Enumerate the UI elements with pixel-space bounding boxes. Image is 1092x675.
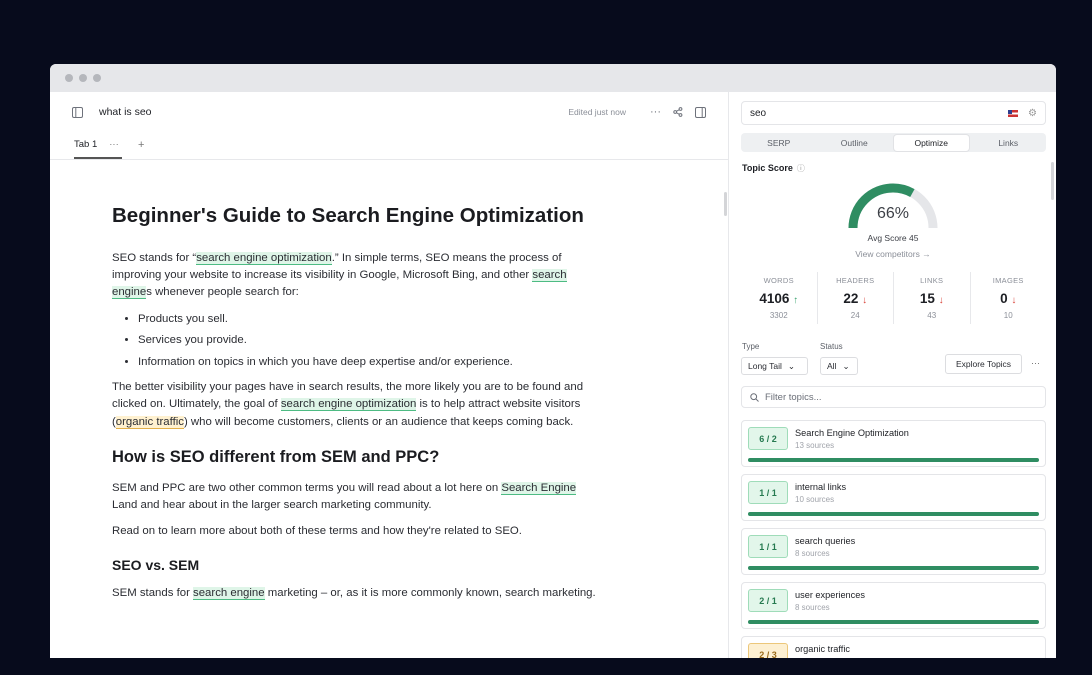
content-stats: WORDS 4106 ↑ 3302 HEADERS 22 ↓ 24 LINKS …	[741, 272, 1046, 324]
trend-down-icon: ↓	[938, 295, 944, 306]
list-item: Services you provide.	[138, 332, 604, 349]
filter-topics-input[interactable]: Filter topics...	[741, 386, 1046, 408]
topic-name: user experiences	[795, 590, 865, 600]
add-tab-button[interactable]: +	[138, 139, 144, 159]
keyword-value: seo	[750, 107, 767, 119]
article-title: Beginner's Guide to Search Engine Optimi…	[112, 204, 584, 227]
tab-optimize[interactable]: Optimize	[893, 134, 969, 151]
view-competitors-link[interactable]: View competitors →	[843, 249, 943, 259]
topic-score-value: 66%	[876, 205, 910, 222]
subsection-heading: SEO vs. SEM	[112, 557, 200, 574]
topic-highlight-warning[interactable]: organic traffic	[115, 415, 184, 429]
trend-down-icon: ↓	[1011, 295, 1017, 306]
panel-toggle-icon[interactable]	[695, 106, 706, 118]
list-item: Products you sell.	[138, 311, 604, 328]
editor-header: what is seo Edited just now ···	[50, 92, 728, 132]
avg-score: Avg Score 45	[867, 233, 919, 243]
chevron-down-icon: ⌄	[842, 360, 850, 371]
status-select[interactable]: All ⌄	[820, 357, 858, 375]
paragraph: SEM and PPC are two other common terms y…	[112, 481, 577, 512]
tab-outline[interactable]: Outline	[817, 133, 893, 152]
topic-list: 6 / 2 Search Engine Optimization 13 sour…	[741, 420, 1046, 658]
topic-progress-bar	[748, 566, 1039, 570]
editor-pane: what is seo Edited just now ··· Tab 1 ··…	[50, 92, 729, 658]
editor-scrollbar[interactable]	[724, 192, 727, 216]
tab-serp[interactable]: SERP	[741, 133, 817, 152]
topic-score-gauge	[848, 183, 938, 229]
tab-label: Tab 1	[74, 139, 98, 150]
stat-links: LINKS 15 ↓ 43	[894, 272, 971, 324]
window-dot-close[interactable]	[65, 74, 73, 82]
tab-1[interactable]: Tab 1 ···	[74, 139, 122, 159]
topic-highlight[interactable]: search engine	[193, 587, 265, 601]
optimize-panel: seo ⚙ SERP Outline Optimize Links Topic …	[730, 92, 1056, 658]
list-item: Information on topics in which you have …	[138, 354, 604, 371]
tab-links[interactable]: Links	[971, 133, 1047, 152]
topic-progress-bar	[748, 620, 1039, 624]
document-title[interactable]: what is seo	[99, 106, 152, 118]
topic-item[interactable]: 1 / 1 internal links 10 sources	[741, 474, 1046, 521]
window-dot-minimize[interactable]	[79, 74, 87, 82]
paragraph: The better visibility your pages have in…	[112, 381, 584, 429]
type-select[interactable]: Long Tail ⌄	[741, 357, 808, 375]
topic-progress-bar	[748, 458, 1039, 462]
panel-scrollbar[interactable]	[1051, 162, 1054, 200]
bullet-list: Products you sell. Services you provide.…	[138, 311, 604, 372]
stat-words: WORDS 4106 ↑ 3302	[741, 272, 818, 324]
topic-highlight[interactable]: search engine optimization	[196, 252, 332, 265]
share-icon[interactable]	[673, 107, 683, 117]
tab-more-icon[interactable]: ···	[109, 139, 119, 150]
settings-gear-icon[interactable]: ⚙	[1028, 108, 1037, 119]
sidebar-toggle-icon[interactable]	[72, 106, 83, 118]
section-heading: How is SEO different from SEM and PPC?	[112, 447, 440, 466]
status-label: Status	[820, 342, 843, 351]
stat-headers: HEADERS 22 ↓ 24	[818, 272, 894, 324]
trend-up-icon: ↑	[793, 295, 799, 306]
paragraph: SEM stands for search engine marketing –…	[112, 587, 596, 601]
topic-item[interactable]: 2 / 3 organic traffic	[741, 636, 1046, 658]
topic-count-badge: 6 / 2	[748, 427, 788, 450]
us-flag-icon[interactable]	[1008, 109, 1019, 117]
topic-count-badge: 2 / 3	[748, 643, 788, 658]
topic-sources: 8 sources	[795, 549, 830, 558]
stat-images: IMAGES 0 ↓ 10	[992, 276, 1024, 320]
topic-sources: 8 sources	[795, 603, 830, 612]
type-label: Type	[742, 342, 760, 351]
topic-count-badge: 2 / 1	[748, 589, 788, 612]
topic-score-label: Topic Score ⓘ	[742, 163, 805, 173]
paragraph: SEO stands for “search engine optimizati…	[112, 252, 567, 300]
topic-count-badge: 1 / 1	[748, 481, 788, 504]
topic-name: Search Engine Optimization	[795, 428, 909, 438]
topic-highlight[interactable]: search engine optimization	[280, 398, 417, 412]
more-options-icon[interactable]: ···	[650, 106, 661, 118]
topic-sources: 10 sources	[795, 495, 835, 504]
topic-item[interactable]: 1 / 1 search queries 8 sources	[741, 528, 1046, 575]
window-dot-maximize[interactable]	[93, 74, 101, 82]
search-icon	[750, 392, 759, 402]
keyword-input[interactable]: seo ⚙	[741, 101, 1046, 125]
more-options-icon[interactable]: ···	[1031, 358, 1040, 368]
topic-count-badge: 1 / 1	[748, 535, 788, 558]
document-tabs: Tab 1 ··· +	[50, 132, 728, 160]
topic-name: organic traffic	[795, 644, 850, 654]
app-window: what is seo Edited just now ··· Tab 1 ··…	[50, 64, 1056, 658]
topic-item[interactable]: 2 / 1 user experiences 8 sources	[741, 582, 1046, 629]
topic-item[interactable]: 6 / 2 Search Engine Optimization 13 sour…	[741, 420, 1046, 467]
info-icon[interactable]: ⓘ	[797, 164, 805, 173]
chevron-down-icon: ⌄	[787, 360, 795, 371]
window-titlebar	[50, 64, 1056, 92]
topic-name: search queries	[795, 536, 856, 546]
explore-topics-button[interactable]: Explore Topics	[945, 354, 1022, 374]
topic-sources: 13 sources	[795, 441, 835, 450]
trend-down-icon: ↓	[862, 295, 868, 306]
topic-progress-bar	[748, 512, 1039, 516]
topic-highlight[interactable]: Search Engine	[501, 481, 577, 495]
panel-tabs: SERP Outline Optimize Links	[741, 133, 1046, 152]
paragraph: Read on to learn more about both of thes…	[112, 525, 522, 538]
article-content[interactable]: Beginner's Guide to Search Engine Optimi…	[112, 202, 604, 612]
edited-status: Edited just now	[568, 107, 626, 117]
topic-name: internal links	[795, 482, 847, 492]
